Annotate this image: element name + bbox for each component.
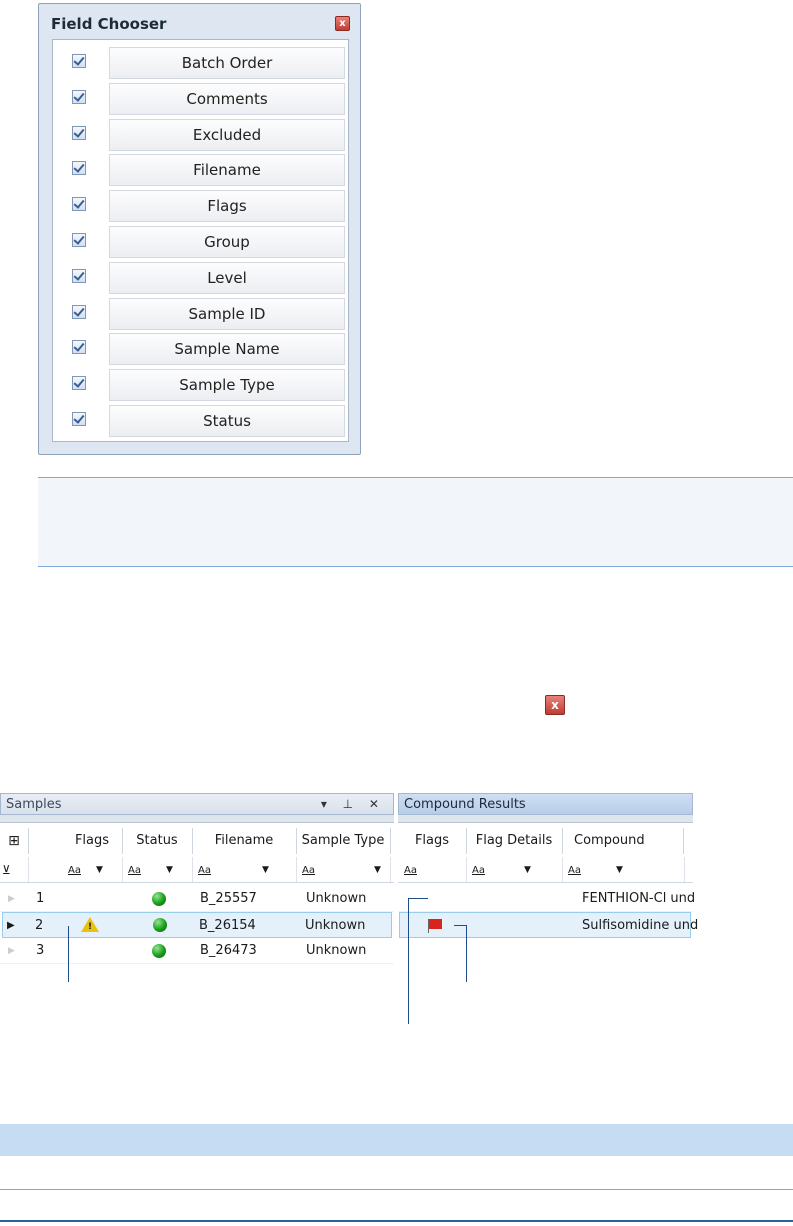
field-checkbox[interactable]: [72, 376, 86, 391]
field-chooser-title: Field Chooser: [51, 15, 167, 33]
samples-group-strip: [0, 815, 394, 823]
filter-flag-details[interactable]: Aa ▼: [466, 857, 563, 882]
field-button-sample-name[interactable]: Sample Name: [109, 333, 345, 366]
field-checkbox[interactable]: [72, 340, 86, 355]
callout-line-red-flag-tick: [454, 925, 467, 926]
table-row-selected[interactable]: Sulfisomidine und: [399, 912, 698, 938]
field-button-filename[interactable]: Filename: [109, 154, 345, 187]
field-chooser-window: Field Chooser x Batch Order Comments Exc…: [38, 3, 361, 455]
filter-flags[interactable]: Aa ▼: [62, 857, 123, 882]
column-header-flag-details[interactable]: Flag Details: [466, 828, 563, 854]
table-bottom-rule: [0, 1220, 793, 1222]
red-flag-icon: [429, 919, 442, 929]
field-chooser-close-button[interactable]: x: [335, 16, 350, 31]
column-chooser-icon[interactable]: ⊞: [0, 828, 29, 854]
table-row[interactable]: FENTHION-Cl und: [398, 886, 695, 912]
column-header-flags[interactable]: Flags: [398, 828, 467, 854]
field-row: Sample ID: [55, 296, 346, 332]
field-button-sample-id[interactable]: Sample ID: [109, 297, 345, 330]
chevron-down-icon: ▼: [96, 865, 103, 875]
field-checkbox[interactable]: [72, 54, 86, 68]
field-button-status[interactable]: Status: [109, 404, 345, 437]
samples-pane-title: Samples: [6, 797, 62, 812]
samples-pane-header: Samples ▾ ⊥ ✕: [0, 793, 394, 815]
field-button-batch-order[interactable]: Batch Order: [109, 47, 345, 79]
close-icon[interactable]: x: [545, 695, 565, 715]
compound-group-strip: [398, 815, 693, 823]
callout-line-compound-flags: [408, 898, 409, 1024]
field-row: Sample Type: [55, 367, 346, 403]
chevron-down-icon: ▼: [262, 865, 269, 875]
table-header-band: [0, 1124, 793, 1156]
chevron-down-icon: ▼: [524, 865, 531, 875]
field-checkbox[interactable]: [72, 232, 86, 247]
field-checkbox[interactable]: [72, 125, 86, 140]
samples-column-header-row: ⊞ Flags Status Filename Sample Type: [0, 828, 394, 854]
field-checkbox[interactable]: [72, 411, 86, 426]
compound-results-pane-title: Compound Results: [404, 797, 526, 812]
chevron-down-icon: ▼: [166, 865, 173, 875]
compound-column-header-row: Flags Flag Details Compound: [398, 828, 693, 854]
status-green-icon: [152, 892, 166, 906]
row-indicator-icon: ▶: [7, 920, 15, 931]
note-box: [38, 477, 793, 567]
callout-line-compound-flags-tick: [408, 898, 428, 899]
field-button-excluded[interactable]: Excluded: [109, 118, 345, 151]
field-button-flags[interactable]: Flags: [109, 190, 345, 223]
field-chooser-list: Batch Order Comments Excluded Filename F…: [52, 39, 349, 442]
field-row: Comments: [55, 81, 346, 117]
table-row[interactable]: ▶ 3 B_26473 Unknown: [0, 938, 394, 964]
field-row: Excluded: [55, 117, 346, 153]
field-button-comments[interactable]: Comments: [109, 82, 345, 115]
filter-icon[interactable]: ⊻: [2, 857, 29, 882]
field-row: Sample Name: [55, 331, 346, 367]
field-button-level[interactable]: Level: [109, 261, 345, 294]
field-checkbox[interactable]: [72, 161, 86, 176]
filter-flags[interactable]: Aa: [398, 857, 467, 882]
filter-sample-type[interactable]: Aa ▼: [296, 857, 391, 882]
field-checkbox[interactable]: [72, 268, 86, 283]
field-row: Filename: [55, 152, 346, 188]
column-header-sample-type[interactable]: Sample Type: [296, 828, 391, 854]
table-row-divider: [0, 1189, 793, 1190]
chevron-down-icon: ▼: [374, 865, 381, 875]
table-row-selected[interactable]: ▶ 2 ! B_26154 Unknown: [2, 912, 392, 938]
callout-line-flags: [68, 926, 69, 982]
callout-line-red-flag: [466, 925, 467, 982]
field-checkbox[interactable]: [72, 304, 86, 319]
pane-controls-icon[interactable]: ▾ ⊥ ✕: [321, 794, 385, 815]
field-row: Batch Order: [55, 45, 346, 81]
field-button-sample-type[interactable]: Sample Type: [109, 369, 345, 402]
field-row: Flags: [55, 188, 346, 224]
status-green-icon: [152, 944, 166, 958]
filter-compound[interactable]: Aa ▼: [562, 857, 685, 882]
field-row: Group: [55, 224, 346, 260]
compound-results-pane-header: Compound Results: [398, 793, 693, 815]
column-header-flags[interactable]: Flags: [62, 828, 123, 854]
field-button-group[interactable]: Group: [109, 225, 345, 258]
field-row: Status: [55, 403, 346, 439]
compound-filter-row: Aa Aa ▼ Aa ▼: [398, 857, 693, 883]
field-row: Level: [55, 260, 346, 296]
filter-filename[interactable]: Aa ▼: [192, 857, 297, 882]
samples-filter-row: ⊻ Aa ▼ Aa ▼ Aa ▼ Aa ▼: [0, 857, 394, 883]
column-header-compound[interactable]: Compound: [562, 828, 684, 854]
table-row[interactable]: ▶ 1 B_25557 Unknown: [0, 886, 394, 912]
column-header-filename[interactable]: Filename: [192, 828, 297, 854]
field-checkbox[interactable]: [72, 89, 86, 104]
chevron-down-icon: ▼: [616, 865, 623, 875]
status-green-icon: [153, 918, 167, 932]
filter-status[interactable]: Aa ▼: [122, 857, 193, 882]
field-checkbox[interactable]: [72, 197, 86, 212]
column-header-status[interactable]: Status: [122, 828, 193, 854]
